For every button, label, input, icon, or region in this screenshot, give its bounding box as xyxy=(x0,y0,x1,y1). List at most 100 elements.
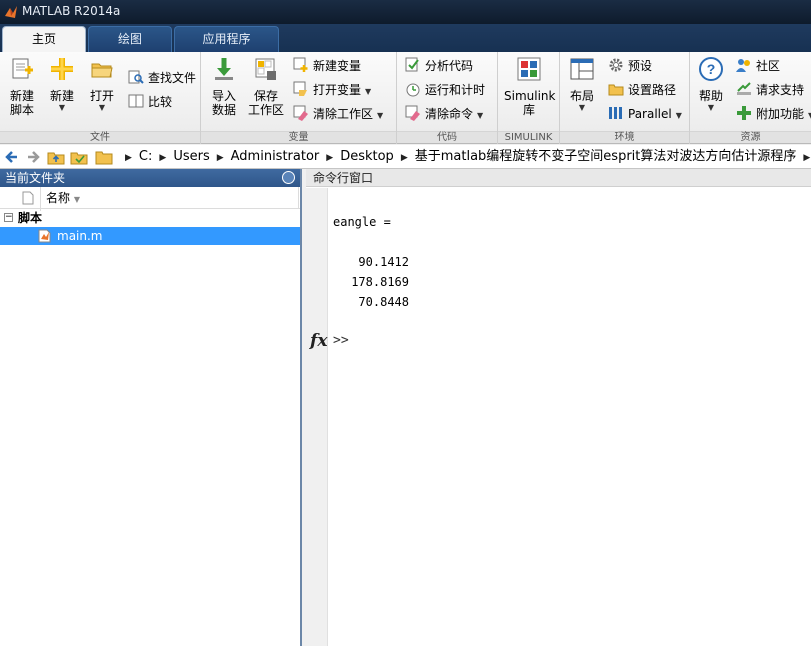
open-folder-icon xyxy=(91,63,113,78)
open-button[interactable]: 打开 ▼ xyxy=(84,56,120,113)
chevron-down-icon: ▼ xyxy=(578,103,586,112)
open-variable-icon xyxy=(293,81,307,96)
request-support-button[interactable]: 请求支持 xyxy=(736,80,804,100)
group-variable: 导入 数据 保存 工作区 新建变量 打开变量 ▼ 清除工作区 ▼ 变量 xyxy=(201,52,397,144)
command-window-output[interactable]: eangle = 90.1412 178.8169 70.8448 xyxy=(333,188,811,646)
scripts-group-label: 脚本 xyxy=(18,211,43,225)
up-folder-icon[interactable] xyxy=(47,148,65,166)
back-arrow-icon[interactable] xyxy=(3,148,21,166)
folder-icon xyxy=(95,151,113,165)
chevron-down-icon[interactable]: ▼ xyxy=(477,111,483,120)
column-divider xyxy=(298,187,299,209)
find-files-icon xyxy=(128,70,144,84)
ribbon-tab-strip: 主页 绘图 应用程序 xyxy=(0,24,811,52)
group-code: 分析代码 运行和计时 清除命令 ▼ 代码 xyxy=(397,52,498,144)
import-data-button[interactable]: 导入 数据 xyxy=(207,56,241,117)
group-resources-label: 资源 xyxy=(690,131,811,143)
file-list-item[interactable]: main.m xyxy=(0,227,300,245)
set-path-button[interactable]: 设置路径 xyxy=(608,80,676,100)
analyze-code-icon xyxy=(405,57,419,72)
breadcrumb-separator-icon[interactable]: ▶ xyxy=(401,146,408,170)
command-window-gutter xyxy=(306,188,328,646)
current-folder-title: 当前文件夹 xyxy=(5,171,66,185)
group-resources: ? 帮助 ▼ 社区 请求支持 附加功能▼ 资源 xyxy=(690,52,811,144)
browse-folder-icon[interactable] xyxy=(70,148,88,166)
name-column-label: 名称 xyxy=(46,191,71,205)
breadcrumb-item[interactable]: 基于matlab编程旋转不变子空间esprit算法对波达方向估计源程序 xyxy=(415,149,797,164)
command-window-panel: 命令行窗口 eangle = 90.1412 178.8169 70.8448 … xyxy=(306,169,811,646)
output-value-line: 70.8448 xyxy=(358,295,409,309)
output-value-line: 90.1412 xyxy=(358,255,409,269)
open-variable-button[interactable]: 打开变量 ▼ xyxy=(293,80,371,100)
run-and-time-button[interactable]: 运行和计时 xyxy=(405,80,485,100)
matlab-logo-icon xyxy=(5,6,17,18)
add-ons-label: 附加功能 xyxy=(756,107,805,121)
chevron-down-icon[interactable]: ▼ xyxy=(377,111,383,120)
group-simulink: Simulink 库 SIMULINK xyxy=(498,52,560,144)
compare-icon xyxy=(128,94,144,108)
output-value-line: 178.8169 xyxy=(351,275,409,289)
breadcrumb-item[interactable]: Desktop xyxy=(340,149,394,164)
group-variable-label: 变量 xyxy=(201,131,396,143)
layout-button[interactable]: 布局 ▼ xyxy=(566,56,598,113)
new-script-button[interactable]: 新建 脚本 xyxy=(4,56,40,117)
help-button[interactable]: ? 帮助 ▼ xyxy=(696,56,726,113)
community-button[interactable]: 社区 xyxy=(736,56,780,76)
set-path-label: 设置路径 xyxy=(628,83,677,97)
file-name: main.m xyxy=(57,229,103,243)
breadcrumb-separator-icon[interactable]: ▶ xyxy=(159,146,166,170)
tab-home[interactable]: 主页 xyxy=(2,26,86,52)
parallel-icon xyxy=(609,107,622,119)
scripts-group-header[interactable]: − 脚本 xyxy=(0,209,300,227)
clear-commands-button[interactable]: 清除命令 ▼ xyxy=(405,104,483,124)
panel-menu-icon[interactable] xyxy=(282,171,295,184)
simulink-library-button[interactable]: Simulink 库 xyxy=(504,56,556,117)
chevron-down-icon: ▼ xyxy=(58,103,66,112)
gear-icon xyxy=(609,58,623,72)
parallel-button[interactable]: Parallel ▼ xyxy=(608,104,682,124)
clear-workspace-button[interactable]: 清除工作区 ▼ xyxy=(293,104,383,124)
preferences-label: 预设 xyxy=(628,59,653,73)
breadcrumb-item[interactable]: Administrator xyxy=(231,149,320,164)
add-ons-button[interactable]: 附加功能▼ xyxy=(736,104,811,124)
save-workspace-icon xyxy=(255,58,276,80)
forward-arrow-icon[interactable] xyxy=(24,148,42,166)
breadcrumb-item[interactable]: C: xyxy=(139,149,152,164)
preferences-button[interactable]: 预设 xyxy=(608,56,652,76)
compare-button[interactable]: 比较 xyxy=(128,92,172,112)
chevron-down-icon: ▼ xyxy=(98,103,106,112)
new-button[interactable]: 新建 ▼ xyxy=(44,56,80,113)
breadcrumb-separator-icon[interactable]: ▶ xyxy=(803,146,810,170)
column-header-row: 名称 ▼ xyxy=(0,187,300,211)
simulink-library-label: Simulink 库 xyxy=(504,89,556,117)
save-workspace-button[interactable]: 保存 工作区 xyxy=(245,56,287,117)
chevron-down-icon[interactable]: ▼ xyxy=(676,111,682,120)
output-variable-line: eangle = xyxy=(333,215,391,229)
breadcrumb-separator-icon[interactable]: ▶ xyxy=(217,146,224,170)
breadcrumb-separator-icon[interactable]: ▶ xyxy=(326,146,333,170)
breadcrumb: ▶ C: ▶ Users ▶ Administrator ▶ Desktop ▶ 基于matlab… xyxy=(118,145,811,169)
analyze-code-button[interactable]: 分析代码 xyxy=(405,56,473,76)
breadcrumb-separator-icon[interactable]: ▶ xyxy=(125,146,132,170)
collapse-minus-icon[interactable]: − xyxy=(4,213,13,222)
chevron-down-icon[interactable]: ▼ xyxy=(365,87,371,96)
function-browser-icon[interactable]: fx xyxy=(310,331,327,351)
group-file: 新建 脚本 新建 ▼ 打开 ▼ 查找文件 比较 文件 xyxy=(0,52,201,144)
run-and-time-icon xyxy=(406,83,420,97)
simulink-library-icon xyxy=(517,57,541,81)
command-prompt[interactable]: >> xyxy=(333,333,349,348)
compare-label: 比较 xyxy=(148,95,173,109)
breadcrumb-item[interactable]: Users xyxy=(173,149,209,164)
tab-plots[interactable]: 绘图 xyxy=(88,26,172,52)
new-variable-icon xyxy=(293,57,308,72)
new-label: 新建 xyxy=(49,89,74,103)
request-support-label: 请求支持 xyxy=(756,83,805,97)
new-script-icon xyxy=(12,58,33,79)
chevron-down-icon: ▼ xyxy=(707,103,715,112)
analyze-code-label: 分析代码 xyxy=(425,59,474,73)
find-files-button[interactable]: 查找文件 xyxy=(128,68,196,88)
new-variable-button[interactable]: 新建变量 xyxy=(293,56,361,76)
name-column-header[interactable]: 名称 ▼ xyxy=(40,187,80,211)
tab-apps[interactable]: 应用程序 xyxy=(174,26,279,52)
help-label: 帮助 xyxy=(698,89,723,103)
